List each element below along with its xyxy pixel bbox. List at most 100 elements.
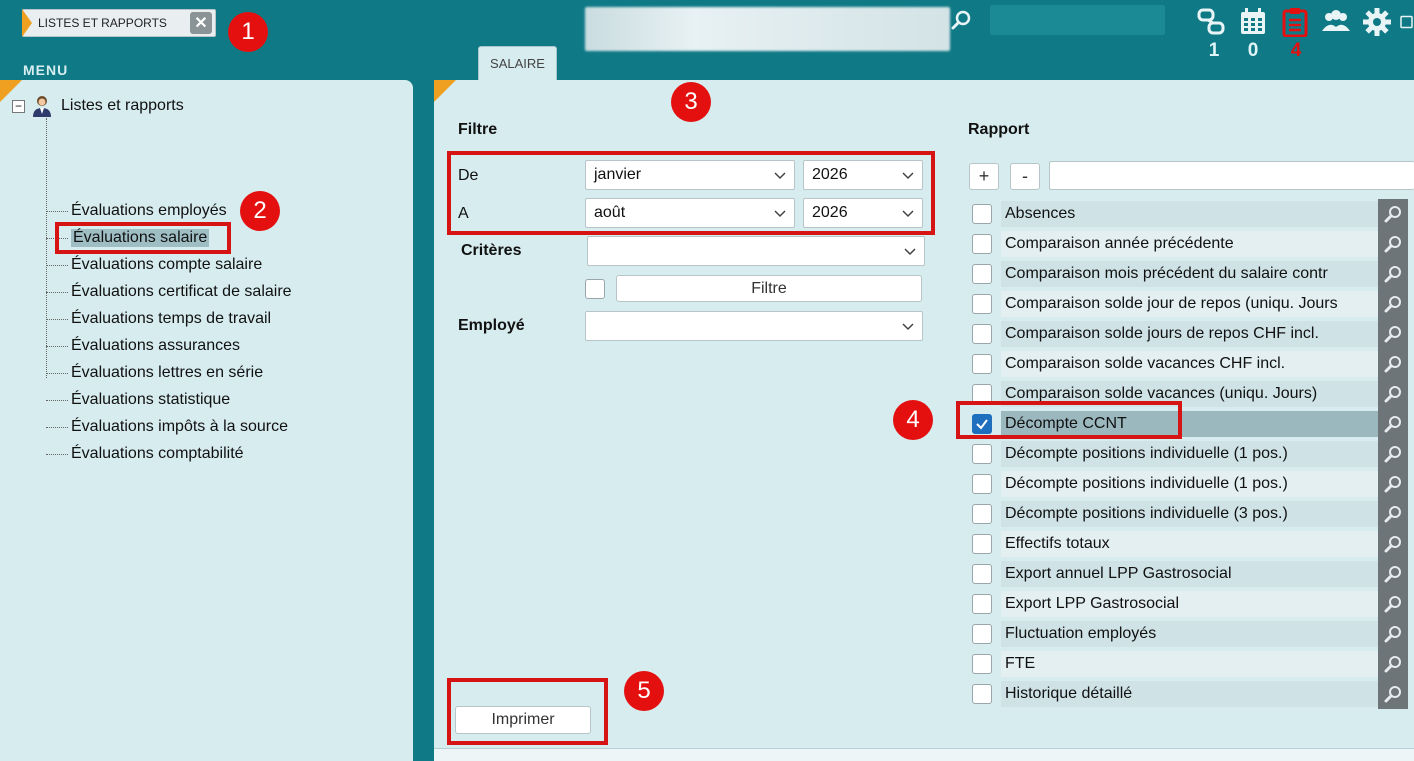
connections-icon[interactable] <box>1195 6 1227 38</box>
magnifier-icon <box>1384 236 1401 253</box>
report-row[interactable]: Export LPP Gastrosocial <box>968 589 1408 619</box>
tab-salaire[interactable]: SALAIRE <box>478 46 557 80</box>
clipboard-count: 4 <box>1290 40 1302 61</box>
report-checkbox-wrap <box>968 289 996 319</box>
filter-checkbox[interactable] <box>585 279 605 299</box>
sidebar-item-label: Évaluations compte salaire <box>71 256 263 273</box>
preview-magnifier-icon[interactable] <box>1378 469 1408 499</box>
report-checkbox[interactable] <box>972 534 992 554</box>
report-checkbox-wrap <box>968 469 996 499</box>
magnifier-icon <box>1384 686 1401 703</box>
preview-magnifier-icon[interactable] <box>1378 319 1408 349</box>
report-checkbox-wrap <box>968 259 996 289</box>
preview-magnifier-icon[interactable] <box>1378 649 1408 679</box>
preview-magnifier-icon[interactable] <box>1378 259 1408 289</box>
magnifier-icon <box>1384 566 1401 583</box>
expand-all-button[interactable]: + <box>969 163 999 190</box>
preview-magnifier-icon[interactable] <box>1378 199 1408 229</box>
employee-select[interactable] <box>585 311 923 341</box>
sidebar-item-label: Évaluations temps de travail <box>71 310 272 327</box>
sidebar-item-evaluations-assurances[interactable]: Évaluations assurances <box>46 334 240 358</box>
annotation-box-sidebar <box>55 222 231 254</box>
preview-magnifier-icon[interactable] <box>1378 229 1408 259</box>
report-checkbox[interactable] <box>972 234 992 254</box>
criteria-select[interactable] <box>587 236 925 266</box>
report-row[interactable]: Comparaison année précédente <box>968 229 1408 259</box>
search-icon[interactable] <box>950 9 972 31</box>
report-row[interactable]: Décompte positions individuelle (3 pos.) <box>968 499 1408 529</box>
report-checkbox[interactable] <box>972 504 992 524</box>
report-row-label: Export annuel LPP Gastrosocial <box>1001 561 1378 587</box>
report-row[interactable]: Décompte positions individuelle (1 pos.) <box>968 439 1408 469</box>
sidebar-item-evaluations-certificat[interactable]: Évaluations certificat de salaire <box>46 280 292 304</box>
preview-magnifier-icon[interactable] <box>1378 439 1408 469</box>
sidebar-item-evaluations-temps-travail[interactable]: Évaluations temps de travail <box>46 307 271 331</box>
report-search-input[interactable] <box>1049 161 1414 190</box>
report-checkbox[interactable] <box>972 684 992 704</box>
calendar-icon[interactable] <box>1237 6 1269 38</box>
report-row[interactable]: Comparaison solde vacances CHF incl. <box>968 349 1408 379</box>
report-checkbox-wrap <box>968 649 996 679</box>
search-input[interactable] <box>585 7 950 51</box>
sidebar-item-evaluations-impots[interactable]: Évaluations impôts à la source <box>46 415 288 439</box>
preview-magnifier-icon[interactable] <box>1378 679 1408 709</box>
report-row[interactable]: Comparaison solde jours de repos CHF inc… <box>968 319 1408 349</box>
report-checkbox[interactable] <box>972 564 992 584</box>
filter-button[interactable]: Filtre <box>616 275 922 302</box>
clipboard-icon[interactable] <box>1279 6 1311 38</box>
gear-icon[interactable] <box>1361 6 1393 38</box>
magnifier-icon <box>1384 626 1401 643</box>
logout-icon[interactable] <box>1400 6 1414 38</box>
report-row[interactable]: Effectifs totaux <box>968 529 1408 559</box>
report-row[interactable]: Comparaison solde jour de repos (uniqu. … <box>968 289 1408 319</box>
report-row[interactable]: Fluctuation employés <box>968 619 1408 649</box>
report-checkbox[interactable] <box>972 444 992 464</box>
annotation-box-period <box>447 151 935 235</box>
preview-magnifier-icon[interactable] <box>1378 409 1408 439</box>
sidebar-item-evaluations-statistique[interactable]: Évaluations statistique <box>46 388 230 412</box>
report-row[interactable]: FTE <box>968 649 1408 679</box>
magnifier-icon <box>1384 476 1401 493</box>
report-checkbox[interactable] <box>972 354 992 374</box>
report-row-label: Décompte positions individuelle (1 pos.) <box>1001 441 1378 467</box>
preview-magnifier-icon[interactable] <box>1378 589 1408 619</box>
report-row-label: Comparaison solde jours de repos CHF inc… <box>1001 321 1378 347</box>
sidebar-item-evaluations-comptabilite[interactable]: Évaluations comptabilité <box>46 442 244 466</box>
report-row-label: Export LPP Gastrosocial <box>1001 591 1378 617</box>
collapse-icon[interactable]: − <box>12 99 25 113</box>
app-tab-label: LISTES ET RAPPORTS <box>38 16 167 30</box>
report-checkbox[interactable] <box>972 654 992 674</box>
report-checkbox[interactable] <box>972 594 992 614</box>
report-checkbox-wrap <box>968 559 996 589</box>
report-row[interactable]: Export annuel LPP Gastrosocial <box>968 559 1408 589</box>
report-checkbox-wrap <box>968 439 996 469</box>
sidebar-item-evaluations-compte-salaire[interactable]: Évaluations compte salaire <box>46 253 262 277</box>
report-checkbox[interactable] <box>972 264 992 284</box>
collapse-all-button[interactable]: - <box>1010 163 1040 190</box>
report-row[interactable]: Historique détaillé <box>968 679 1408 709</box>
close-icon[interactable]: ✕ <box>190 12 212 34</box>
report-list: Absences Comparaison année précédente Comp… <box>968 199 1408 715</box>
tree-root[interactable]: − Listes et rapports <box>12 95 184 117</box>
panel-corner-icon <box>434 80 456 102</box>
app-tab-listes-rapports[interactable]: LISTES ET RAPPORTS ✕ <box>22 9 216 37</box>
preview-magnifier-icon[interactable] <box>1378 529 1408 559</box>
report-checkbox[interactable] <box>972 204 992 224</box>
report-row[interactable]: Absences <box>968 199 1408 229</box>
preview-magnifier-icon[interactable] <box>1378 349 1408 379</box>
preview-magnifier-icon[interactable] <box>1378 379 1408 409</box>
preview-magnifier-icon[interactable] <box>1378 499 1408 529</box>
preview-magnifier-icon[interactable] <box>1378 559 1408 589</box>
sidebar-item-evaluations-lettres[interactable]: Évaluations lettres en série <box>46 361 263 385</box>
report-checkbox[interactable] <box>972 324 992 344</box>
report-row[interactable]: Comparaison mois précédent du salaire co… <box>968 259 1408 289</box>
report-checkbox[interactable] <box>972 624 992 644</box>
sidebar-item-evaluations-employes[interactable]: Évaluations employés <box>46 199 227 223</box>
report-row[interactable]: Décompte positions individuelle (1 pos.) <box>968 469 1408 499</box>
preview-magnifier-icon[interactable] <box>1378 619 1408 649</box>
users-icon[interactable] <box>1320 6 1352 38</box>
preview-magnifier-icon[interactable] <box>1378 289 1408 319</box>
report-checkbox[interactable] <box>972 294 992 314</box>
report-checkbox[interactable] <box>972 474 992 494</box>
filter-title: Filtre <box>458 121 498 138</box>
